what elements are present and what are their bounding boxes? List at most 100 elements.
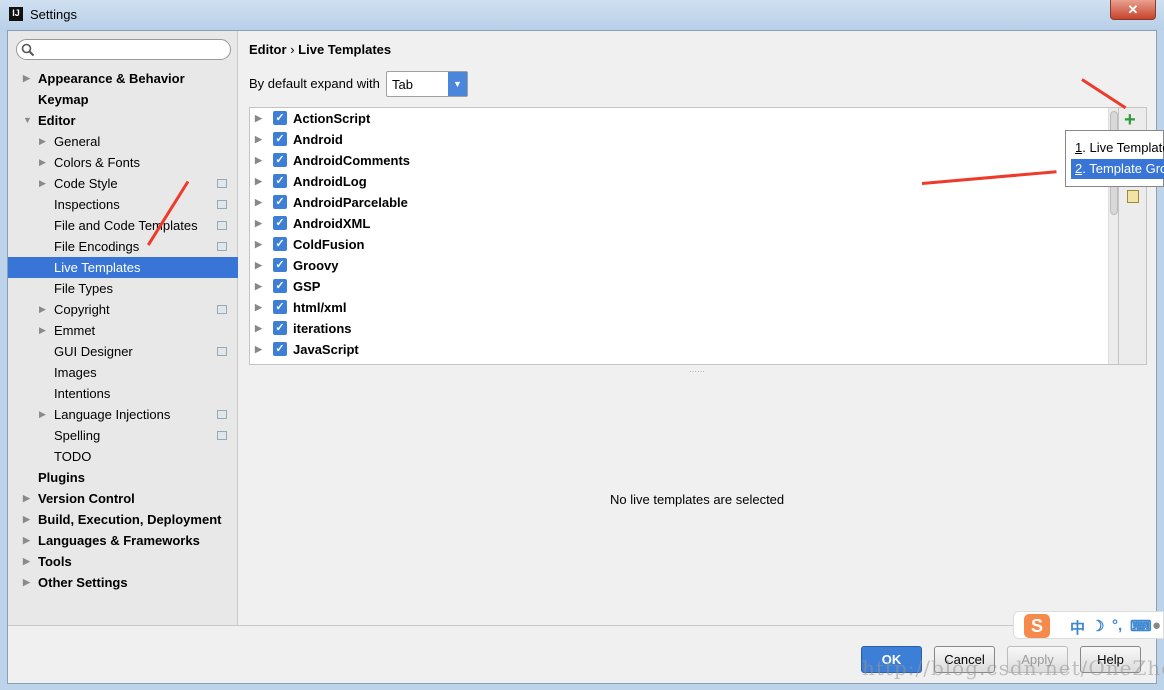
project-settings-icon [217, 347, 227, 356]
chevron-right-icon[interactable]: ▶ [255, 255, 262, 276]
menu-item-template-group[interactable]: 2. Template Group... [1071, 159, 1164, 179]
checkbox[interactable]: ✓ [273, 300, 287, 314]
chevron-right-icon[interactable]: ▶ [39, 320, 46, 341]
sidebar-item[interactable]: Plugins [8, 467, 238, 488]
chevron-right-icon[interactable]: ▶ [255, 339, 262, 360]
moon-icon[interactable]: ☽ [1091, 617, 1104, 635]
chevron-right-icon[interactable]: ▶ [23, 488, 30, 509]
project-settings-icon [217, 410, 227, 419]
checkbox[interactable]: ✓ [273, 279, 287, 293]
template-group-row[interactable]: ▶ ✓ AndroidComments [250, 150, 1118, 171]
add-icon[interactable]: + [1124, 109, 1136, 132]
group-label: JavaScript [293, 342, 359, 357]
checkbox[interactable]: ✓ [273, 195, 287, 209]
ime-lang[interactable]: 中 [1070, 617, 1085, 638]
checkbox[interactable]: ✓ [273, 174, 287, 188]
chevron-right-icon[interactable]: ▶ [255, 150, 262, 171]
sidebar-item-label: Images [54, 365, 97, 380]
sidebar-item[interactable]: GUI Designer [8, 341, 238, 362]
checkbox[interactable]: ✓ [273, 321, 287, 335]
template-group-row[interactable]: ▶ ✓ Groovy [250, 255, 1118, 276]
checkbox[interactable]: ✓ [273, 153, 287, 167]
chevron-right-icon[interactable]: ▶ [39, 404, 46, 425]
chevron-right-icon[interactable]: ▶ [255, 234, 262, 255]
chevron-right-icon[interactable]: ▶ [255, 213, 262, 234]
splitter-handle[interactable]: ⋯⋯ [689, 367, 705, 376]
sidebar-item[interactable]: Inspections [8, 194, 238, 215]
sidebar-item[interactable]: Live Templates [8, 257, 238, 278]
punctuation-icon[interactable]: °, [1112, 617, 1122, 634]
template-group-row[interactable]: ▶ ✓ iterations [250, 318, 1118, 339]
window-title: Settings [30, 7, 77, 22]
sidebar-item[interactable]: TODO [8, 446, 238, 467]
chevron-down-icon: ▼ [448, 72, 467, 96]
template-group-row[interactable]: ▶ ✓ Android [250, 129, 1118, 150]
checkbox[interactable]: ✓ [273, 237, 287, 251]
project-settings-icon [217, 221, 227, 230]
chevron-right-icon[interactable]: ▶ [39, 173, 46, 194]
checkbox[interactable]: ✓ [273, 132, 287, 146]
chevron-right-icon[interactable]: ▶ [255, 129, 262, 150]
sidebar-item[interactable]: ▶ Code Style [8, 173, 238, 194]
breadcrumb-separator: › [290, 42, 295, 57]
chevron-down-icon[interactable]: ▼ [23, 110, 32, 131]
checkbox[interactable]: ✓ [273, 258, 287, 272]
checkbox[interactable]: ✓ [273, 216, 287, 230]
user-icon[interactable]: ● [1152, 617, 1161, 634]
chevron-right-icon[interactable]: ▶ [255, 318, 262, 339]
chevron-right-icon[interactable]: ▶ [255, 192, 262, 213]
chevron-right-icon[interactable]: ▶ [39, 152, 46, 173]
template-group-row[interactable]: ▶ ✓ AndroidLog [250, 171, 1118, 192]
expand-label: By default expand with [249, 76, 380, 91]
sidebar-item[interactable]: Images [8, 362, 238, 383]
sidebar-item[interactable]: File Encodings [8, 236, 238, 257]
template-group-row[interactable]: ▶ ✓ ActionScript [250, 108, 1118, 129]
chevron-right-icon[interactable]: ▶ [255, 276, 262, 297]
template-group-row[interactable]: ▶ ✓ JavaScript [250, 339, 1118, 360]
sidebar-item[interactable]: ▶ Colors & Fonts [8, 152, 238, 173]
sidebar-item[interactable]: ▶ Emmet [8, 320, 238, 341]
close-button[interactable]: ✕ [1110, 0, 1156, 20]
sidebar-item[interactable]: ▼ Editor [8, 110, 238, 131]
menu-item-live-template[interactable]: 1. Live Template [1071, 138, 1164, 158]
chevron-right-icon[interactable]: ▶ [39, 131, 46, 152]
sidebar-item[interactable]: ▶ Version Control [8, 488, 238, 509]
expand-select[interactable]: Tab ▼ [386, 71, 468, 97]
template-group-row[interactable]: ▶ ✓ ColdFusion [250, 234, 1118, 255]
search-input[interactable] [16, 39, 231, 60]
template-group-row[interactable]: ▶ ✓ html/xml [250, 297, 1118, 318]
sidebar-item[interactable]: ▶ Other Settings [8, 572, 238, 593]
sidebar-item[interactable]: ▶ General [8, 131, 238, 152]
group-label: iterations [293, 321, 352, 336]
sidebar-item[interactable]: ▶ Languages & Frameworks [8, 530, 238, 551]
chevron-right-icon[interactable]: ▶ [23, 509, 30, 530]
sidebar-item[interactable]: Spelling [8, 425, 238, 446]
sidebar-item[interactable]: Intentions [8, 383, 238, 404]
checkbox[interactable]: ✓ [273, 342, 287, 356]
chevron-right-icon[interactable]: ▶ [255, 297, 262, 318]
project-settings-icon [217, 200, 227, 209]
checkbox[interactable]: ✓ [273, 111, 287, 125]
sidebar-item[interactable]: Keymap [8, 89, 238, 110]
template-group-row[interactable]: ▶ ✓ AndroidParcelable [250, 192, 1118, 213]
template-group-row[interactable]: ▶ ✓ GSP [250, 276, 1118, 297]
sidebar-item[interactable]: ▶ Language Injections [8, 404, 238, 425]
sidebar-item[interactable]: ▶ Appearance & Behavior [8, 68, 238, 89]
sidebar-item[interactable]: File Types [8, 278, 238, 299]
edit-note-icon[interactable] [1127, 190, 1139, 203]
sidebar-item[interactable]: File and Code Templates [8, 215, 238, 236]
chevron-right-icon[interactable]: ▶ [255, 108, 262, 129]
chevron-right-icon[interactable]: ▶ [23, 68, 30, 89]
chevron-right-icon[interactable]: ▶ [23, 572, 30, 593]
sidebar-item[interactable]: ▶ Copyright [8, 299, 238, 320]
keyboard-icon[interactable]: ⌨ [1130, 617, 1152, 635]
project-settings-icon [217, 179, 227, 188]
sidebar-item[interactable]: ▶ Tools [8, 551, 238, 572]
chevron-right-icon[interactable]: ▶ [39, 299, 46, 320]
sidebar-item[interactable]: ▶ Build, Execution, Deployment [8, 509, 238, 530]
chevron-right-icon[interactable]: ▶ [23, 530, 30, 551]
chevron-right-icon[interactable]: ▶ [23, 551, 30, 572]
group-label: AndroidParcelable [293, 195, 408, 210]
template-group-row[interactable]: ▶ ✓ AndroidXML [250, 213, 1118, 234]
chevron-right-icon[interactable]: ▶ [255, 171, 262, 192]
